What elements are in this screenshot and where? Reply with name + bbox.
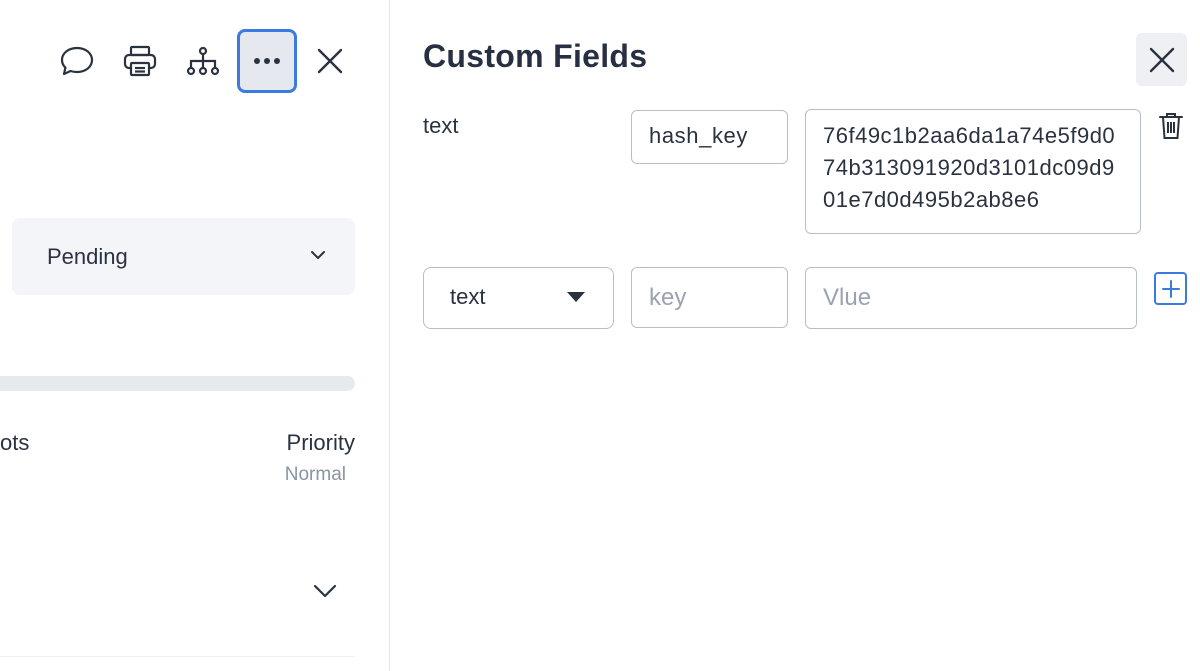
more-icon — [254, 58, 280, 64]
panel-title: Custom Fields — [423, 38, 648, 74]
divider — [0, 656, 355, 657]
caret-down-icon — [567, 292, 585, 302]
status-dropdown[interactable]: Pending — [12, 218, 355, 295]
more-options-button[interactable] — [237, 29, 297, 93]
expand-chevron-icon[interactable] — [311, 577, 339, 605]
print-icon[interactable] — [119, 40, 161, 82]
add-field-button[interactable] — [1154, 272, 1187, 305]
close-panel-button[interactable] — [1136, 33, 1187, 86]
new-key-input[interactable] — [631, 267, 788, 328]
progress-bar — [0, 376, 355, 391]
trash-icon — [1159, 113, 1183, 139]
close-icon — [1149, 47, 1174, 72]
task-detail-panel: Pending ots Priority Normal — [0, 0, 389, 671]
status-value: Pending — [47, 243, 128, 269]
custom-fields-panel: Custom Fields text hash_key 76f49c1b2aa6… — [390, 0, 1200, 671]
column-label: ots — [0, 430, 30, 455]
chevron-down-icon — [311, 251, 325, 259]
priority-label: Priority — [286, 430, 355, 455]
delete-field-button[interactable] — [1156, 110, 1186, 142]
field-type-value: text — [450, 284, 486, 309]
field-key-input[interactable]: hash_key — [631, 110, 788, 164]
new-value-input[interactable] — [805, 267, 1137, 329]
field-value-input[interactable]: 76f49c1b2aa6da1a74e5f9d074b313091920d310… — [805, 109, 1141, 234]
hierarchy-icon[interactable] — [182, 40, 224, 82]
comment-icon[interactable] — [56, 40, 98, 82]
field-type-label: text — [423, 113, 459, 138]
priority-value: Normal — [284, 464, 346, 485]
field-type-select[interactable]: text — [423, 267, 614, 329]
plus-icon — [1161, 279, 1180, 298]
close-icon[interactable] — [309, 40, 351, 82]
